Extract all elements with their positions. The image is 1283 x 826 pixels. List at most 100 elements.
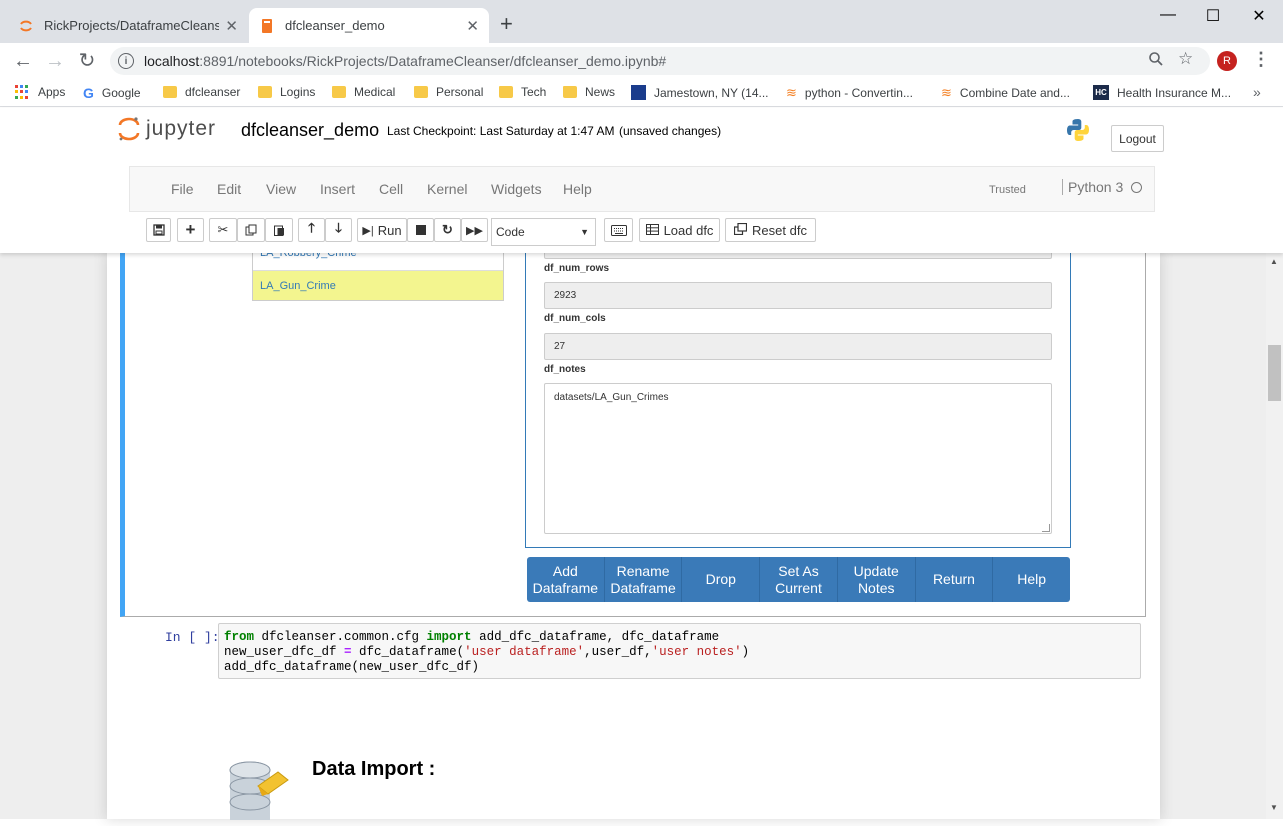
bookmark-health-insurance[interactable]: HC Health Insurance M... xyxy=(1093,85,1231,100)
add-dataframe-button[interactable]: Add Dataframe xyxy=(527,557,605,602)
trusted-indicator[interactable]: Trusted xyxy=(985,181,1030,199)
bookmarks-overflow-icon[interactable]: » xyxy=(1253,84,1261,100)
bookmark-jamestown[interactable]: Jamestown, NY (14... xyxy=(631,85,769,100)
folder-icon xyxy=(414,86,428,98)
menu-file[interactable]: File xyxy=(171,181,194,197)
bookmark-tech[interactable]: Tech xyxy=(499,85,546,99)
bookmark-label: Apps xyxy=(38,85,66,99)
jupyter-logo[interactable]: jupyter xyxy=(118,116,216,142)
update-notes-button[interactable]: Update Notes xyxy=(838,557,916,602)
rename-dataframe-button[interactable]: Rename Dataframe xyxy=(605,557,683,602)
checkpoint-status: Last Checkpoint: Last Saturday at 1:47 A… xyxy=(387,124,615,138)
bookmark-medical[interactable]: Medical xyxy=(332,85,395,99)
folder-icon xyxy=(332,86,346,98)
code-text: add_dfc_dataframe(new_user_dfc_df) xyxy=(224,660,480,674)
run-step-icon: ▶| xyxy=(362,224,374,237)
menu-cell[interactable]: Cell xyxy=(379,181,403,197)
bookmark-news[interactable]: News xyxy=(563,85,615,99)
profile-avatar[interactable]: R xyxy=(1217,51,1237,71)
keyboard-icon[interactable] xyxy=(604,218,633,242)
jupyter-favicon-icon xyxy=(18,18,34,34)
code-text: ,user_df, xyxy=(584,645,652,659)
minimize-icon[interactable]: — xyxy=(1158,6,1178,24)
page-scrollbar[interactable]: ▲ ▼ xyxy=(1266,253,1283,819)
bookmark-star-icon[interactable]: ☆ xyxy=(1178,49,1193,69)
folder-icon xyxy=(163,86,177,98)
cut-icon[interactable]: ✂ xyxy=(209,218,237,242)
return-button[interactable]: Return xyxy=(916,557,994,602)
df-notes-textarea[interactable]: datasets/LA_Gun_Crimes xyxy=(544,383,1052,534)
load-dfc-button[interactable]: Load dfc xyxy=(639,218,720,242)
logout-button[interactable]: Logout xyxy=(1111,125,1164,152)
bookmark-dfcleanser[interactable]: dfcleanser xyxy=(163,85,240,99)
help-button[interactable]: Help xyxy=(993,557,1070,602)
bookmark-label: Combine Date and... xyxy=(959,86,1070,100)
tab-close-icon[interactable]: ✕ xyxy=(466,17,479,35)
copy-icon[interactable] xyxy=(237,218,265,242)
bookmark-apps[interactable]: Apps xyxy=(15,85,65,99)
scroll-up-icon[interactable]: ▲ xyxy=(1270,257,1278,266)
zoom-icon[interactable] xyxy=(1148,51,1164,72)
close-window-icon[interactable]: ✕ xyxy=(1249,6,1269,26)
bookmark-logins[interactable]: Logins xyxy=(258,85,315,99)
menu-widgets[interactable]: Widgets xyxy=(491,181,542,197)
bookmark-label: python - Convertin... xyxy=(804,86,913,100)
insert-cell-plus-icon[interactable]: + xyxy=(177,218,204,242)
bookmark-label: News xyxy=(585,85,616,99)
back-arrow-icon[interactable]: ← xyxy=(12,50,34,72)
bookmark-personal[interactable]: Personal xyxy=(414,85,483,99)
bookmark-label: Personal xyxy=(436,85,484,99)
menu-view[interactable]: View xyxy=(266,181,296,197)
code-text: dfcleanser.common.cfg xyxy=(254,630,427,644)
bookmark-python-converting[interactable]: ≋ python - Convertin... xyxy=(786,85,913,101)
button-label-line1: Rename xyxy=(616,562,670,579)
move-down-arrow-icon[interactable]: 🡓 xyxy=(325,218,352,242)
dataframe-list[interactable]: LA_Robbery_Crime LA_Gun_Crime xyxy=(252,247,504,301)
reload-icon[interactable]: ↻ xyxy=(76,50,98,72)
browser-menu-icon[interactable]: ⋮ xyxy=(1252,49,1270,70)
resize-grip-icon[interactable] xyxy=(1042,524,1050,532)
df-num-rows-field[interactable]: 2923 xyxy=(544,282,1052,309)
tab-close-icon[interactable]: ✕ xyxy=(225,17,238,35)
list-item-la-gun-crime[interactable]: LA_Gun_Crime xyxy=(253,270,503,300)
cell-type-value: Code xyxy=(496,225,525,239)
menu-insert[interactable]: Insert xyxy=(320,181,355,197)
save-icon[interactable] xyxy=(146,218,171,242)
menu-help[interactable]: Help xyxy=(563,181,592,197)
url-host: localhost xyxy=(144,53,200,69)
stop-icon[interactable] xyxy=(407,218,434,242)
code-operator: = xyxy=(344,645,352,659)
set-as-current-button[interactable]: Set As Current xyxy=(760,557,838,602)
df-num-cols-field[interactable]: 27 xyxy=(544,333,1052,360)
maximize-icon[interactable]: ☐ xyxy=(1203,6,1223,26)
restart-run-all-icon[interactable]: ▶▶ xyxy=(461,218,488,242)
bookmark-google[interactable]: G Google xyxy=(83,85,141,101)
menu-kernel[interactable]: Kernel xyxy=(427,181,467,197)
bookmark-combine-date[interactable]: ≋ Combine Date and... xyxy=(941,85,1070,101)
new-tab-button[interactable]: + xyxy=(500,12,513,36)
cell-type-select[interactable]: Code ▼ xyxy=(491,218,596,246)
run-button[interactable]: ▶| Run xyxy=(357,218,407,242)
restart-icon[interactable]: ↻ xyxy=(434,218,461,242)
tab-title: RickProjects/DataframeCleanser/ xyxy=(44,18,220,33)
code-editor[interactable]: from dfcleanser.common.cfg import add_df… xyxy=(218,623,1141,679)
paste-icon[interactable] xyxy=(265,218,293,242)
browser-tab-rickprojects[interactable]: RickProjects/DataframeCleanser/ ✕ xyxy=(8,8,248,43)
database-import-icon xyxy=(228,760,292,823)
reset-dfc-label: Reset dfc xyxy=(752,222,807,238)
code-cell[interactable]: In [ ]: from dfcleanser.common.cfg impor… xyxy=(120,622,1146,684)
forward-arrow-icon[interactable]: → xyxy=(44,50,66,72)
df-num-rows-label: df_num_rows xyxy=(544,263,610,274)
kernel-name[interactable]: Python 3 xyxy=(1068,179,1123,195)
scroll-thumb[interactable] xyxy=(1268,345,1281,401)
move-up-arrow-icon[interactable]: 🡑 xyxy=(298,218,325,242)
drop-button[interactable]: Drop xyxy=(682,557,761,602)
browser-tab-dfcleanser-demo[interactable]: dfcleanser_demo ✕ xyxy=(249,8,489,43)
scroll-down-icon[interactable]: ▼ xyxy=(1270,803,1278,812)
menu-edit[interactable]: Edit xyxy=(217,181,241,197)
reset-dfc-button[interactable]: Reset dfc xyxy=(725,218,816,242)
notebook-name[interactable]: dfcleanser_demo xyxy=(241,120,379,141)
code-string: 'user notes' xyxy=(651,645,742,659)
url-input[interactable]: i localhost:8891/notebooks/RickProjects/… xyxy=(110,47,1210,75)
site-info-icon[interactable]: i xyxy=(118,53,134,69)
